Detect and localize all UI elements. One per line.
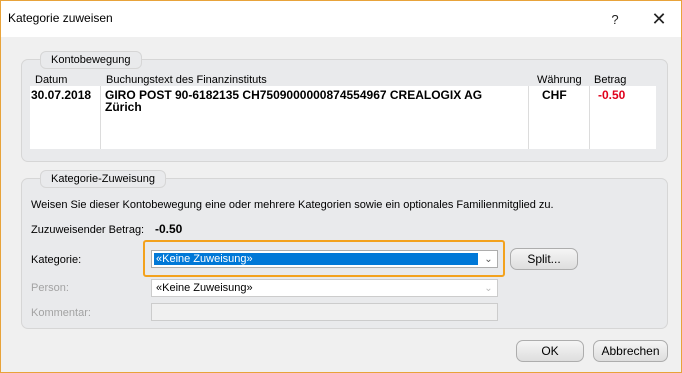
person-select[interactable]: «Keine Zuweisung» ⌄ (151, 279, 498, 297)
title-bar: Kategorie zuweisen ? ✕ (1, 1, 681, 37)
close-button[interactable]: ✕ (641, 1, 677, 37)
person-label: Person: (31, 282, 69, 294)
betrag-label: Zuzuweisender Betrag: (31, 224, 145, 236)
col-header-buchungstext: Buchungstext des Finanzinstituts (106, 74, 267, 86)
col-header-betrag: Betrag (594, 74, 627, 86)
kommentar-input[interactable] (151, 303, 498, 321)
person-select-value: «Keine Zuweisung» (156, 282, 253, 294)
transaction-text-line1: GIRO POST 90-6182135 CH75090000008745549… (105, 88, 483, 102)
kategorie-select-value: «Keine Zuweisung» (156, 253, 253, 265)
dialog-window: Kategorie zuweisen ? ✕ Kontobewegung Dat… (0, 0, 682, 373)
col-header-datum: Datum (35, 74, 68, 86)
chevron-down-icon[interactable]: ⌄ (480, 280, 497, 296)
kategorie-label: Kategorie: (31, 254, 82, 266)
ok-button[interactable]: OK (516, 340, 584, 362)
zuweisung-description: Weisen Sie dieser Kontobewegung eine ode… (31, 199, 554, 211)
kategorie-select[interactable]: «Keine Zuweisung» ⌄ (151, 250, 498, 268)
cancel-button[interactable]: Abbrechen (593, 340, 668, 362)
transaction-amount: -0.50 (598, 88, 626, 102)
column-divider (100, 86, 101, 149)
betrag-value: -0.50 (155, 222, 183, 236)
column-divider (528, 86, 529, 149)
kategorie-zuweisung-legend: Kategorie-Zuweisung (40, 170, 166, 188)
col-header-waehrung: Währung (537, 74, 582, 86)
window-title: Kategorie zuweisen (8, 11, 113, 25)
chevron-down-icon[interactable]: ⌄ (480, 251, 497, 267)
transaction-currency: CHF (542, 88, 567, 102)
kontobewegung-legend: Kontobewegung (40, 51, 142, 69)
column-divider (589, 86, 590, 149)
split-button[interactable]: Split... (510, 248, 578, 270)
transaction-date: 30.07.2018 (31, 88, 92, 102)
kommentar-label: Kommentar: (31, 307, 91, 319)
transaction-text-line2: Zürich (105, 100, 142, 114)
help-button[interactable]: ? (597, 1, 633, 37)
